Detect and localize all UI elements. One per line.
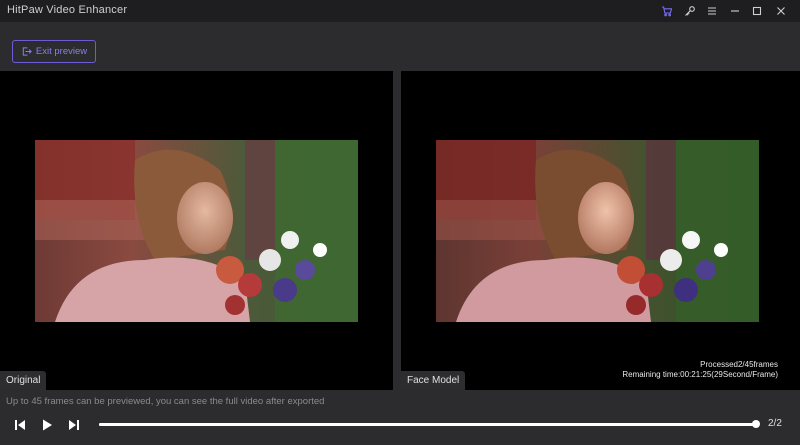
pane-divider <box>393 71 401 390</box>
minimize-icon[interactable] <box>726 2 744 20</box>
player-controls: 2/2 <box>0 412 800 445</box>
processed-frames-text: Processed2/45frames <box>700 360 778 369</box>
close-icon[interactable] <box>772 2 790 20</box>
face-model-label: Face Model <box>401 371 466 390</box>
exit-icon <box>22 47 32 56</box>
app-title: HitPaw Video Enhancer <box>7 4 128 16</box>
menu-icon[interactable] <box>703 2 721 20</box>
title-bar: HitPaw Video Enhancer <box>0 0 800 22</box>
info-bar: Up to 45 frames can be previewed, you ca… <box>0 390 800 412</box>
key-icon[interactable] <box>681 2 699 20</box>
exit-preview-button[interactable]: Exit preview <box>12 40 96 63</box>
original-video-frame <box>35 140 358 322</box>
enhanced-video-frame <box>436 140 759 322</box>
progress-fill <box>99 423 756 426</box>
preview-limit-note: Up to 45 frames can be previewed, you ca… <box>6 396 325 407</box>
enhanced-preview-pane: Face Model Processed2/45frames Remaining… <box>401 71 800 390</box>
original-preview-pane: Original <box>0 71 393 390</box>
maximize-icon[interactable] <box>748 2 766 20</box>
app-window: HitPaw Video Enhancer Exit preview Origi… <box>0 0 800 445</box>
original-label: Original <box>0 371 47 390</box>
cart-icon[interactable] <box>658 2 676 20</box>
previous-frame-icon[interactable] <box>12 417 28 433</box>
play-icon[interactable] <box>39 417 55 433</box>
next-frame-icon[interactable] <box>66 417 82 433</box>
processing-status: Processed2/45frames Remaining time:00:21… <box>622 360 778 380</box>
toolbar: Exit preview <box>0 22 800 70</box>
remaining-time-text: Remaining time:00:21:25(29Second/Frame) <box>622 370 778 379</box>
exit-preview-label: Exit preview <box>35 46 88 57</box>
progress-track[interactable] <box>99 420 760 428</box>
frame-page-counter: 2/2 <box>768 418 782 429</box>
progress-thumb[interactable] <box>752 420 760 428</box>
